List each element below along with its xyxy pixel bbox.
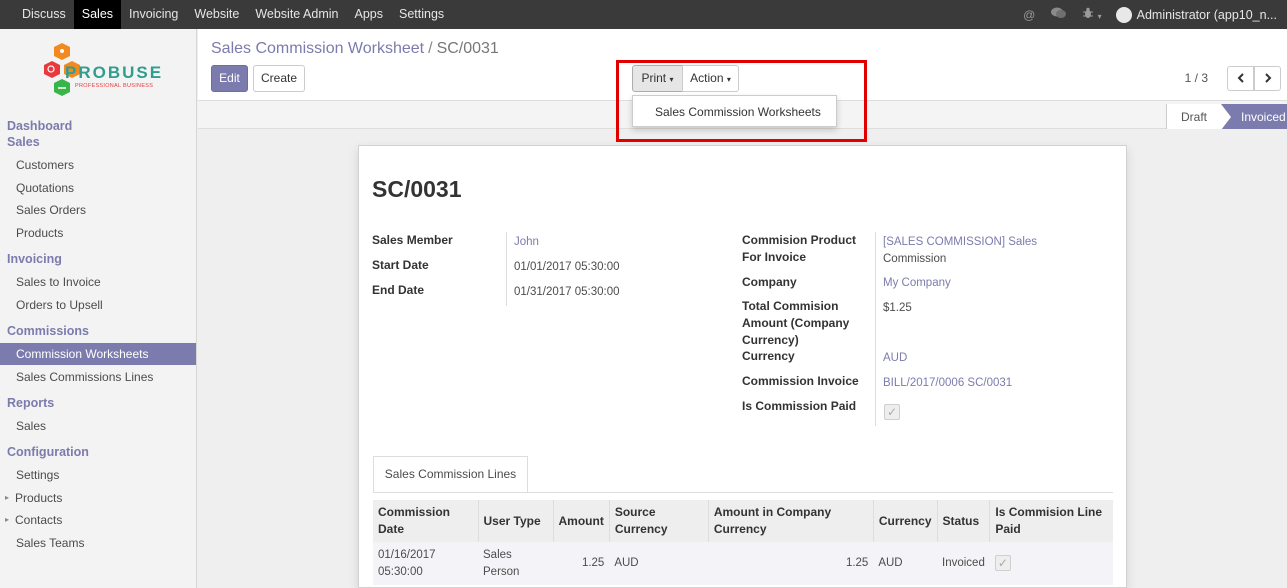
edit-button[interactable]: Edit (211, 65, 248, 92)
sidebar: PROBUSE PROFESSIONAL BUSINESS Dashboard … (0, 29, 197, 588)
chat-icon[interactable] (1051, 7, 1067, 22)
highlight-box (616, 60, 867, 142)
debug-bug-icon[interactable]: ▾ (1082, 7, 1102, 22)
sidebar-section-invoicing[interactable]: Invoicing (7, 252, 62, 266)
cell-user-type: Sales Person (478, 542, 553, 585)
sidebar-section-reports[interactable]: Reports (7, 396, 54, 410)
cell-line-paid: ✓ (989, 542, 1113, 585)
cell-source-currency: AUD (609, 542, 709, 585)
sidebar-item-sales-teams[interactable]: Sales Teams (0, 532, 196, 554)
logo-name: PROBUSE (65, 63, 164, 82)
sales-member-value[interactable]: John (514, 234, 539, 251)
column-header[interactable]: Commission Date (373, 500, 479, 542)
table-header-row: Commission Date User Type Amount Source … (373, 500, 1113, 542)
sidebar-item-config-products[interactable]: ▸ Products (0, 487, 196, 509)
cell-status: Invoiced (937, 542, 990, 585)
divider (506, 232, 507, 306)
stage-draft[interactable]: Draft (1166, 104, 1222, 130)
sidebar-item-commission-worksheets[interactable]: Commission Worksheets (0, 343, 196, 365)
company-label: Company (742, 275, 797, 289)
cell-currency: AUD (873, 542, 938, 585)
top-navbar: Discuss Sales Invoicing Website Website Admi… (0, 0, 1287, 29)
tab-sales-commission-lines[interactable]: Sales Commission Lines (373, 456, 528, 493)
commission-invoice-label: Commission Invoice (742, 374, 859, 388)
sidebar-item-label: Products (15, 491, 63, 505)
stage-invoiced[interactable]: Invoiced (1221, 104, 1287, 130)
sidebar-item-settings[interactable]: Settings (0, 464, 196, 486)
cell-amount: 1.25 (553, 542, 610, 585)
sidebar-item-sales-orders[interactable]: Sales Orders (0, 199, 196, 221)
commission-paid-label: Is Commission Paid (742, 399, 857, 413)
form-sheet: SC/0031 Sales Member John Start Date 01/… (358, 145, 1127, 588)
total-commission-value: $1.25 (883, 302, 912, 314)
table-row[interactable]: 01/16/2017 05:30:00 Sales Person 1.25 AU… (373, 542, 1113, 585)
column-header[interactable]: Source Currency (609, 500, 709, 542)
cell-commission-date: 01/16/2017 05:30:00 (373, 542, 478, 585)
cell-company-amount: 1.25 (708, 542, 874, 585)
commission-product-label: Commision Product For Invoice (742, 233, 857, 264)
divider (875, 232, 876, 426)
sidebar-section-sales[interactable]: Sales (7, 135, 40, 149)
commission-paid-checkbox[interactable]: ✓ (884, 404, 900, 420)
sidebar-item-orders-to-upsell[interactable]: Orders to Upsell (0, 294, 196, 316)
caret-right-icon: ▸ (5, 515, 10, 524)
user-menu[interactable]: Administrator (app10_n... (1137, 8, 1277, 22)
commission-lines-table: Commission Date User Type Amount Source … (373, 500, 1113, 585)
app-menu-invoicing[interactable]: Invoicing (121, 0, 186, 29)
app-menu-sales[interactable]: Sales (73, 0, 122, 29)
caret-right-icon: ▸ (5, 493, 10, 502)
avatar[interactable] (1115, 6, 1132, 23)
at-icon[interactable]: @ (1023, 8, 1035, 22)
currency-value[interactable]: AUD (883, 350, 907, 367)
sidebar-item-contacts[interactable]: ▸ Contacts (0, 509, 196, 531)
commission-product-value[interactable]: [SALES COMMISSION] Sales (883, 234, 1037, 251)
app-menu-discuss[interactable]: Discuss (14, 0, 74, 29)
company-logo: PROBUSE PROFESSIONAL BUSINESS (38, 41, 163, 105)
app-menu-settings[interactable]: Settings (391, 0, 452, 29)
pager-next-button[interactable] (1254, 66, 1281, 91)
app-menu-website-admin[interactable]: Website Admin (247, 0, 346, 29)
sidebar-section-commissions[interactable]: Commissions (7, 324, 89, 338)
start-date-label: Start Date (372, 258, 429, 272)
company-value[interactable]: My Company (883, 275, 951, 292)
logo-tagline: PROFESSIONAL BUSINESS (75, 83, 154, 89)
app-menu: Discuss Sales Invoicing Website Website Admi… (0, 0, 452, 29)
sidebar-section-dashboard[interactable]: Dashboard (7, 119, 72, 133)
currency-label: Currency (742, 349, 795, 363)
commission-invoice-value[interactable]: BILL/2017/0006 SC/0031 (883, 375, 1012, 392)
column-header[interactable]: User Type (478, 500, 554, 542)
end-date-value: 01/31/2017 05:30:00 (514, 286, 620, 298)
systray: @ ▾ Administrator (app10_n... (1015, 6, 1287, 23)
sidebar-item-sales-commissions-lines[interactable]: Sales Commissions Lines (0, 366, 196, 388)
sidebar-item-products[interactable]: Products (0, 222, 196, 244)
end-date-label: End Date (372, 283, 425, 297)
column-header[interactable]: Status (937, 500, 991, 542)
app-menu-website[interactable]: Website (186, 0, 247, 29)
sidebar-item-quotations[interactable]: Quotations (0, 177, 196, 199)
total-commission-label: Total Commision Amount (Company Currency… (742, 299, 850, 347)
commission-product-value-2: Commission (883, 253, 947, 265)
sales-member-label: Sales Member (372, 233, 453, 247)
sidebar-item-label: Contacts (15, 513, 63, 527)
breadcrumb-separator: / (428, 40, 433, 57)
start-date-value: 01/01/2017 05:30:00 (514, 261, 620, 273)
sidebar-item-sales-to-invoice[interactable]: Sales to Invoice (0, 271, 196, 293)
breadcrumb-parent[interactable]: Sales Commission Worksheet (211, 40, 424, 57)
column-header[interactable]: Is Commision Line Paid (989, 500, 1113, 542)
column-header[interactable]: Amount in Company Currency (708, 500, 874, 542)
create-button[interactable]: Create (253, 65, 305, 92)
column-header[interactable]: Amount (553, 500, 610, 542)
line-paid-checkbox[interactable]: ✓ (994, 554, 1011, 571)
breadcrumb: Sales Commission Worksheet / SC/0031 (211, 40, 499, 58)
sidebar-item-reports-sales[interactable]: Sales (0, 415, 196, 437)
app-menu-apps[interactable]: Apps (346, 0, 391, 29)
breadcrumb-current: SC/0031 (436, 40, 499, 57)
sidebar-item-customers[interactable]: Customers (0, 154, 196, 176)
sidebar-section-configuration[interactable]: Configuration (7, 445, 89, 459)
pager-value: 1 / 3 (1184, 71, 1208, 85)
pager-previous-button[interactable] (1227, 66, 1254, 91)
tab-divider (373, 492, 1113, 493)
column-header[interactable]: Currency (873, 500, 938, 542)
record-title: SC/0031 (372, 176, 462, 202)
